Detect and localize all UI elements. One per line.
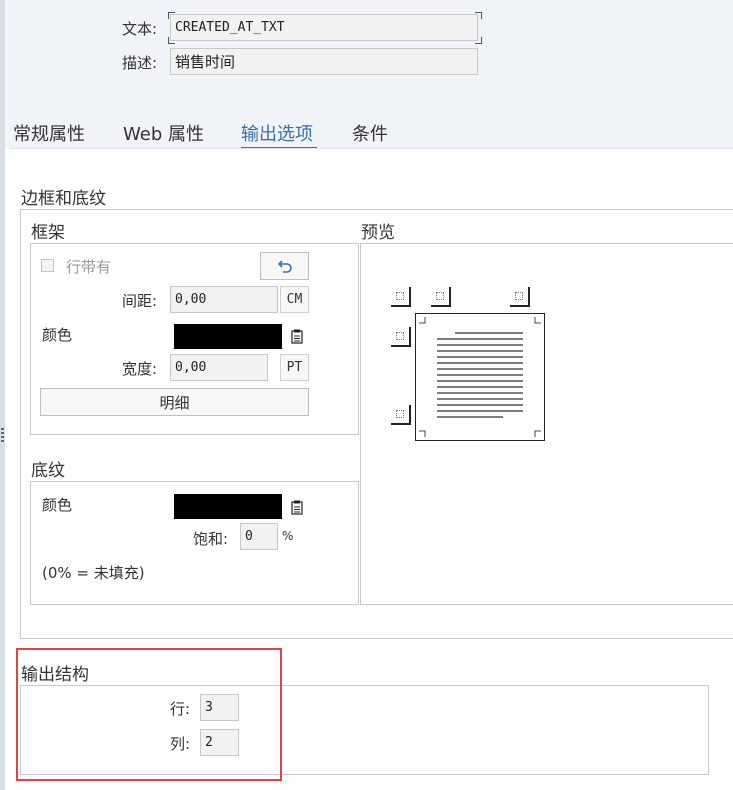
text-input[interactable]: CREATED_AT_TXT <box>170 14 478 41</box>
saturation-label: 饱和: <box>193 530 229 548</box>
width-label: 宽度: <box>122 360 158 378</box>
focus-corner-icon <box>475 12 482 19</box>
border-top-left-icon[interactable] <box>391 287 411 307</box>
spacing-unit: CM <box>280 286 309 313</box>
splitter-grip-icon[interactable] <box>1 428 4 442</box>
spacing-input[interactable]: 0,00 <box>170 286 278 313</box>
spacing-label: 间距: <box>122 292 158 310</box>
text-input-value: CREATED_AT_TXT <box>175 20 285 35</box>
preview-title: 预览 <box>361 223 395 243</box>
shading-color-label: 颜色 <box>42 496 73 514</box>
undo-button[interactable] <box>260 252 309 280</box>
frame-color-label: 颜色 <box>42 326 73 344</box>
width-input[interactable]: 0,00 <box>170 354 268 381</box>
spacing-unit-value: CM <box>286 292 303 307</box>
detail-button[interactable]: 明细 <box>40 388 309 416</box>
tab-web[interactable]: Web 属性 <box>123 120 204 146</box>
focus-corner-icon <box>168 37 175 44</box>
tab-separator <box>10 148 733 149</box>
text-label: 文本: <box>122 20 158 38</box>
spacing-input-value: 0,00 <box>175 292 207 307</box>
saturation-input-value: 0 <box>245 529 253 544</box>
shading-color-picker-icon[interactable] <box>291 500 303 515</box>
tab-conditions[interactable]: 条件 <box>352 120 388 146</box>
undo-icon <box>277 260 292 273</box>
width-unit: PT <box>280 354 309 381</box>
border-shading-title: 边框和底纹 <box>21 189 106 209</box>
highlight-box <box>16 648 282 781</box>
detail-button-label: 明细 <box>159 393 190 412</box>
border-bottom-left-icon[interactable] <box>391 405 411 425</box>
shading-note: (0% = 未填充) <box>42 564 145 582</box>
saturation-unit: % <box>282 529 294 543</box>
frame-color-swatch[interactable] <box>174 324 282 349</box>
focus-corner-icon <box>475 37 482 44</box>
border-top-icon[interactable] <box>431 287 451 307</box>
tab-output-options[interactable]: 输出选项 <box>241 120 313 146</box>
desc-label: 描述: <box>122 54 158 72</box>
desc-input-value: 销售时间 <box>175 53 236 71</box>
desc-input[interactable]: 销售时间 <box>170 48 478 75</box>
width-unit-value: PT <box>286 360 303 375</box>
row-checkbox[interactable] <box>41 259 54 272</box>
shading-color-swatch[interactable] <box>174 494 282 519</box>
focus-corner-icon <box>168 12 175 19</box>
border-left-icon[interactable] <box>391 327 411 347</box>
frame-color-picker-icon[interactable] <box>291 329 303 344</box>
border-top-right-icon[interactable] <box>510 287 530 307</box>
shading-title: 底纹 <box>31 461 65 481</box>
page-preview-icon <box>415 313 545 441</box>
frame-title: 框架 <box>31 223 65 243</box>
row-checkbox-label: 行带有 <box>66 258 112 276</box>
saturation-input[interactable]: 0 <box>240 523 278 550</box>
tab-general[interactable]: 常规属性 <box>13 120 85 146</box>
width-input-value: 0,00 <box>175 360 207 375</box>
